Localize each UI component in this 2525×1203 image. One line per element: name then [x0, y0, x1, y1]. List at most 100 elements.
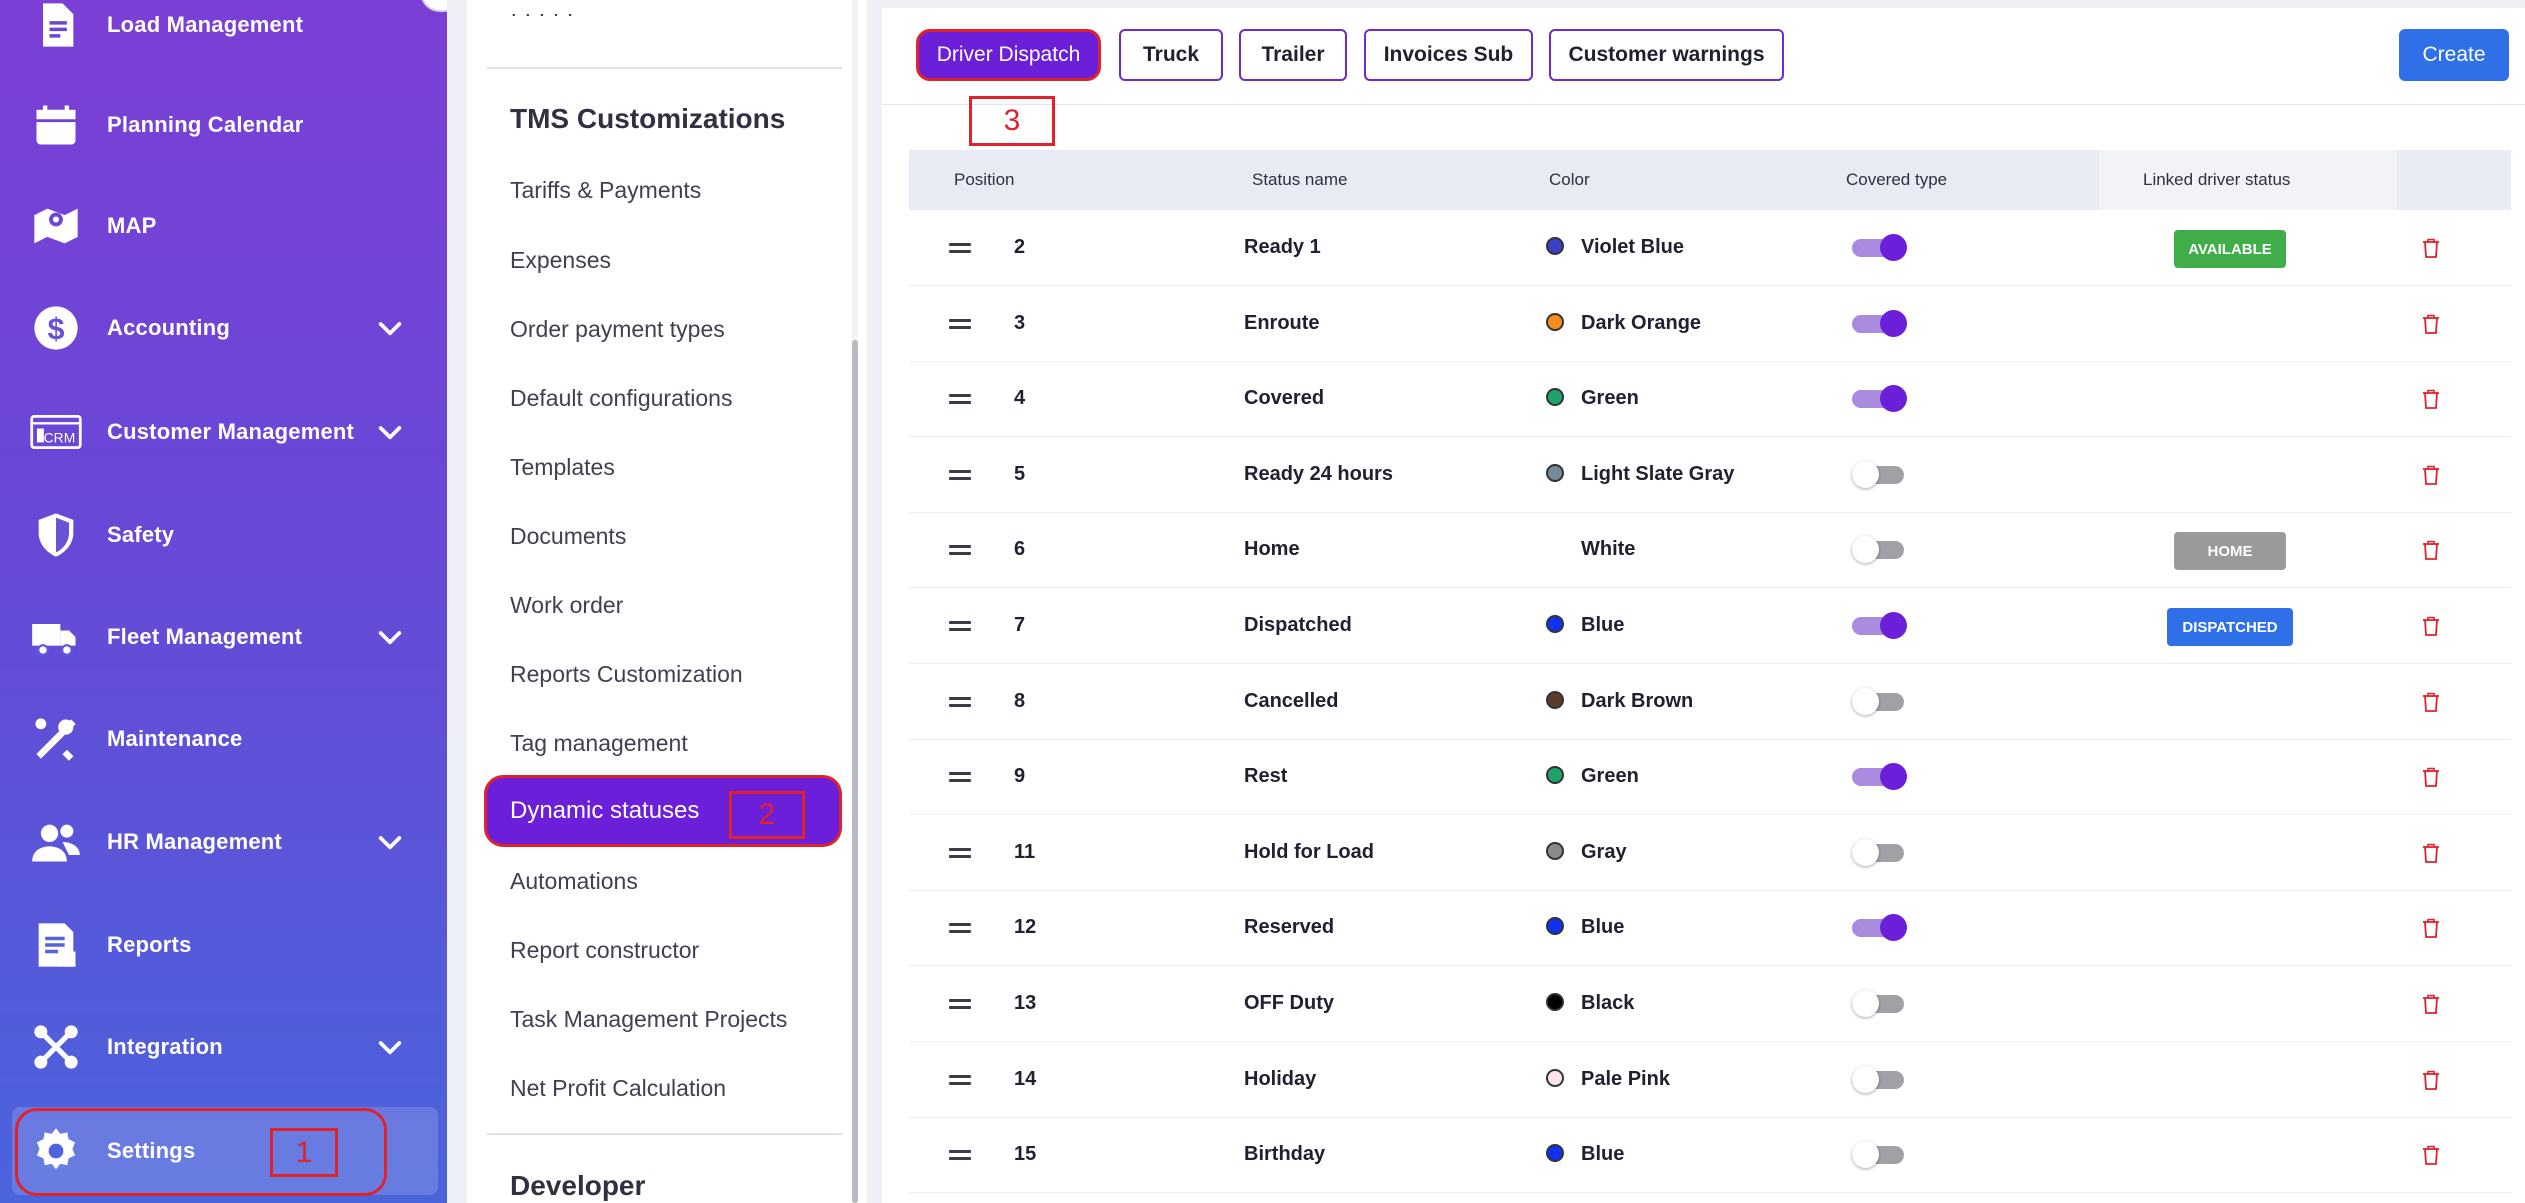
sidebar-item-integration[interactable]: Integration	[0, 1007, 447, 1087]
sidebar-item-safety[interactable]: Safety	[0, 495, 447, 575]
sidebar-item-planning-calendar[interactable]: Planning Calendar	[0, 85, 447, 165]
sidebar-item-hr-management[interactable]: HR Management	[0, 802, 447, 882]
table-row[interactable]: 2 Ready 1 Violet Blue AVAILABLE	[909, 210, 2511, 286]
drag-handle-icon[interactable]	[949, 545, 971, 556]
settings-menu-item-templates[interactable]: Templates	[510, 454, 615, 481]
drag-handle-icon[interactable]	[949, 1074, 971, 1085]
crm-icon: CRM	[28, 404, 84, 460]
covered-type-toggle[interactable]	[1852, 385, 1907, 413]
drag-handle-icon[interactable]	[949, 1150, 971, 1161]
drag-handle-icon[interactable]	[949, 999, 971, 1009]
sidebar-item-maintenance[interactable]: Maintenance	[0, 699, 447, 779]
drag-handle-icon[interactable]	[949, 621, 971, 631]
integration-icon	[28, 1019, 84, 1075]
sidebar-item-fleet-management[interactable]: Fleet Management	[0, 597, 447, 677]
settings-menu-item-task-management-projects[interactable]: Task Management Projects	[510, 1006, 787, 1033]
chevron-down-icon[interactable]	[374, 1031, 406, 1063]
drag-handle-icon[interactable]	[949, 696, 971, 707]
delete-icon[interactable]	[2421, 388, 2441, 410]
settings-menu-item-report-constructor[interactable]: Report constructor	[510, 937, 699, 964]
tab-customer-warnings[interactable]: Customer warnings	[1549, 29, 1784, 81]
drag-handle-icon[interactable]	[949, 923, 971, 934]
covered-type-toggle[interactable]	[1852, 763, 1907, 791]
chevron-down-icon[interactable]	[374, 416, 406, 448]
table-row[interactable]: 7 Dispatched Blue DISPATCHED	[909, 588, 2511, 664]
table-row[interactable]: 4 Covered Green	[909, 361, 2511, 438]
settings-menu-item-tariffs-payments[interactable]: Tariffs & Payments	[510, 177, 701, 204]
delete-icon[interactable]	[2421, 917, 2441, 939]
sidebar-item-map[interactable]: MAP	[0, 186, 447, 266]
delete-icon[interactable]	[2421, 766, 2441, 788]
sidebar-item-customer-management[interactable]: CRM Customer Management	[0, 392, 447, 472]
delete-icon[interactable]	[2421, 1069, 2441, 1091]
drag-handle-icon[interactable]	[949, 243, 971, 253]
settings-menu-item-tag-management[interactable]: Tag management	[510, 730, 688, 757]
delete-icon[interactable]	[2421, 842, 2441, 864]
covered-type-toggle[interactable]	[1852, 687, 1906, 715]
drag-handle-icon[interactable]	[949, 847, 971, 858]
table-row[interactable]: 9 Rest Green	[909, 739, 2511, 816]
covered-type-toggle[interactable]	[1852, 536, 1906, 564]
covered-type-toggle[interactable]	[1852, 990, 1906, 1017]
main-sidebar: Load Management Planning Calendar MAP $ Acco…	[0, 0, 447, 1203]
delete-icon[interactable]	[2421, 464, 2441, 486]
covered-type-toggle[interactable]	[1852, 914, 1907, 942]
menu-scrollbar-thumb[interactable]	[852, 340, 858, 1203]
sidebar-item-reports[interactable]: Reports	[0, 905, 447, 985]
settings-menu-item-automations[interactable]: Automations	[510, 868, 638, 895]
covered-type-toggle[interactable]	[1852, 838, 1906, 866]
sidebar-item-load-management[interactable]: Load Management	[0, 0, 447, 65]
color-swatch	[1546, 690, 1564, 709]
tab-invoices-sub[interactable]: Invoices Sub	[1364, 29, 1533, 81]
tab-truck[interactable]: Truck	[1119, 29, 1223, 81]
chevron-down-icon[interactable]	[374, 312, 406, 344]
people-icon	[28, 814, 84, 870]
sidebar-item-accounting[interactable]: $ Accounting	[0, 288, 447, 368]
covered-type-toggle[interactable]	[1852, 234, 1907, 261]
sidebar-item-settings[interactable]: Settings	[12, 1107, 438, 1195]
drag-handle-icon[interactable]	[949, 318, 971, 329]
covered-type-toggle[interactable]	[1852, 309, 1907, 337]
settings-menu-item-documents[interactable]: Documents	[510, 523, 626, 550]
table-row[interactable]: 14 Holiday Pale Pink	[909, 1042, 2511, 1118]
table-row[interactable]: 15 Birthday Blue	[909, 1117, 2511, 1194]
settings-menu: · · · · · TMS Customizations Tariffs & P…	[467, 0, 867, 1203]
table-row[interactable]: 6 Home White HOME	[909, 512, 2511, 589]
sidebar-item-label: Load Management	[107, 12, 304, 37]
covered-type-toggle[interactable]	[1852, 1065, 1906, 1093]
delete-icon[interactable]	[2421, 993, 2441, 1015]
delete-icon[interactable]	[2421, 237, 2441, 259]
drag-handle-icon[interactable]	[949, 772, 971, 783]
table-row[interactable]: 3 Enroute Dark Orange	[909, 286, 2511, 362]
table-row[interactable]: 11 Hold for Load Gray	[909, 815, 2511, 891]
delete-icon[interactable]	[2421, 615, 2441, 637]
covered-type-toggle[interactable]	[1852, 460, 1906, 488]
delete-icon[interactable]	[2421, 539, 2441, 561]
tab-driver-dispatch[interactable]: Driver Dispatch	[916, 29, 1101, 81]
settings-menu-item-default-configurations[interactable]: Default configurations	[510, 385, 732, 412]
chevron-down-icon[interactable]	[374, 826, 406, 858]
table-row[interactable]: 12 Reserved Blue	[909, 890, 2511, 967]
delete-icon[interactable]	[2421, 691, 2441, 713]
status-name: Covered	[1244, 387, 1325, 410]
delete-icon[interactable]	[2421, 313, 2441, 335]
settings-menu-item-order-payment-types[interactable]: Order payment types	[510, 316, 725, 343]
table-row[interactable]: 13 OFF Duty Black	[909, 966, 2511, 1042]
table-row[interactable]: 5 Ready 24 hours Light Slate Gray	[909, 437, 2511, 513]
settings-menu-item-expenses[interactable]: Expenses	[510, 247, 611, 274]
drag-handle-icon[interactable]	[949, 469, 971, 480]
menu-heading-developer: Developer	[510, 1170, 646, 1201]
covered-type-toggle[interactable]	[1852, 612, 1907, 639]
tab-trailer[interactable]: Trailer	[1239, 29, 1347, 81]
create-button[interactable]: Create	[2399, 29, 2509, 81]
chevron-down-icon[interactable]	[374, 621, 406, 653]
settings-menu-item-net-profit-calculation[interactable]: Net Profit Calculation	[510, 1075, 726, 1102]
settings-menu-item-reports-customization[interactable]: Reports Customization	[510, 661, 743, 688]
covered-type-toggle[interactable]	[1852, 1141, 1906, 1169]
status-name: Birthday	[1244, 1143, 1326, 1166]
delete-icon[interactable]	[2421, 1144, 2441, 1166]
sidebar-item-label: Maintenance	[107, 726, 243, 751]
table-row[interactable]: 8 Cancelled Dark Brown	[909, 664, 2511, 740]
settings-menu-item-work-order[interactable]: Work order	[510, 592, 623, 619]
drag-handle-icon[interactable]	[949, 394, 971, 405]
